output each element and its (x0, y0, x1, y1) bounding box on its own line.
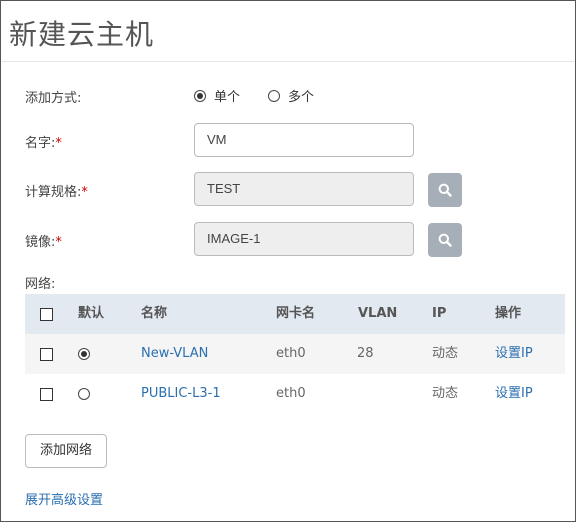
network-name-link[interactable]: New-VLAN (141, 334, 208, 374)
image-search-button[interactable] (428, 223, 462, 257)
radio-multiple[interactable]: 多个 (268, 86, 314, 105)
set-ip-link[interactable]: 设置IP (495, 374, 533, 414)
radio-multiple-indicator[interactable] (268, 89, 280, 102)
row-checkbox[interactable] (40, 388, 53, 401)
required-mark: * (55, 136, 62, 151)
required-mark: * (81, 185, 88, 200)
radio-multiple-label: 多个 (288, 90, 315, 105)
spec-label-text: 计算规格: (25, 185, 82, 200)
add-mode-label: 添加方式: (25, 91, 82, 106)
image-input[interactable]: IMAGE-1 (194, 222, 414, 256)
ip-mode: 动态 (432, 386, 459, 401)
network-label: 网络: (25, 277, 56, 292)
col-name: 名称 (141, 306, 168, 321)
col-vlan: VLAN (358, 306, 398, 321)
spec-label: 计算规格:* (25, 181, 88, 200)
expand-advanced-link[interactable]: 展开高级设置 (25, 489, 103, 508)
page-title: 新建云主机 (9, 18, 155, 51)
default-radio[interactable] (78, 388, 90, 400)
network-name-link[interactable]: PUBLIC-L3-1 (141, 374, 221, 414)
new-vm-dialog: 新建云主机 添加方式: 单个 多个 名字:* VM 计算规格:* TEST 镜像… (0, 0, 576, 522)
search-icon (438, 183, 452, 197)
col-default: 默认 (78, 306, 105, 321)
table-row: PUBLIC-L3-1 eth0 动态 设置IP (25, 374, 565, 414)
required-mark: * (55, 235, 62, 250)
add-network-button[interactable]: 添加网络 (25, 434, 107, 468)
col-nic: 网卡名 (276, 306, 316, 321)
name-input[interactable]: VM (194, 123, 414, 157)
network-table: 默认 名称 网卡名 VLAN IP 操作 New-VLAN eth0 28 动态… (25, 294, 565, 414)
set-ip-link[interactable]: 设置IP (495, 334, 533, 374)
spec-input[interactable]: TEST (194, 172, 414, 206)
name-label-text: 名字: (25, 136, 56, 151)
image-label-text: 镜像: (25, 235, 56, 250)
select-all-checkbox[interactable] (40, 308, 53, 321)
radio-single-label: 单个 (214, 90, 241, 105)
radio-single-indicator[interactable] (194, 89, 206, 102)
search-icon (438, 233, 452, 247)
row-checkbox[interactable] (40, 348, 53, 361)
nic-name: eth0 (276, 346, 306, 361)
col-action: 操作 (495, 306, 522, 321)
image-label: 镜像:* (25, 231, 62, 250)
nic-name: eth0 (276, 386, 306, 401)
name-label: 名字:* (25, 132, 62, 151)
spec-search-button[interactable] (428, 173, 462, 207)
table-header: 默认 名称 网卡名 VLAN IP 操作 (25, 294, 565, 334)
radio-single[interactable]: 单个 (194, 86, 240, 105)
vlan-value: 28 (357, 346, 374, 361)
default-radio[interactable] (78, 348, 90, 360)
table-row: New-VLAN eth0 28 动态 设置IP (25, 334, 565, 374)
title-divider (2, 61, 574, 62)
ip-mode: 动态 (432, 346, 459, 361)
col-ip: IP (432, 306, 447, 321)
